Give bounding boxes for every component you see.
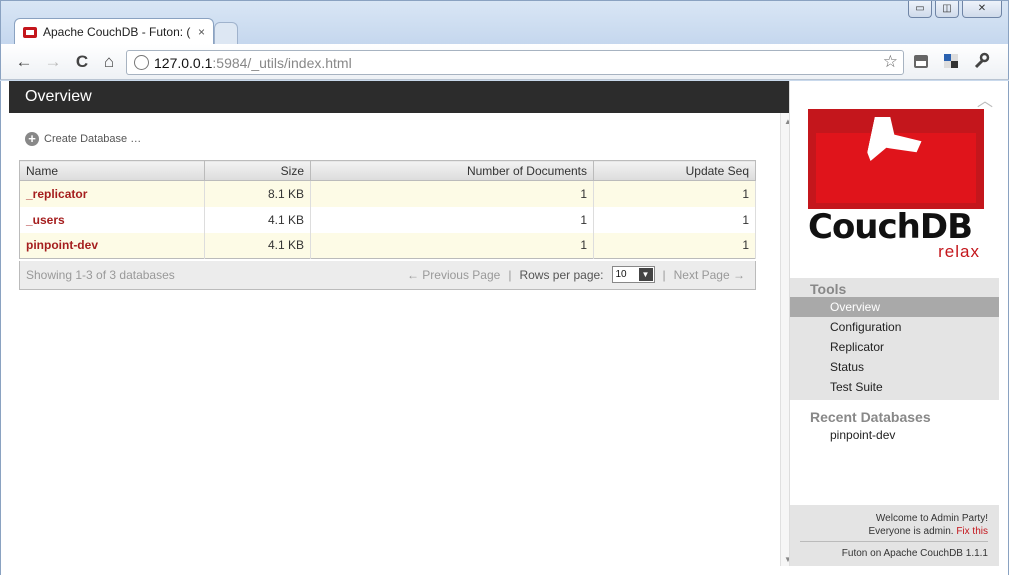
table-row: _replicator 8.1 KB 1 1	[19, 180, 756, 207]
couch-logo-icon	[808, 109, 984, 209]
showing-count: Showing 1-3 of 3 databases	[26, 268, 175, 282]
sidebar: ︿ CouchDB relax Tools Overview Configura…	[789, 81, 999, 566]
table-pagination: Showing 1-3 of 3 databases ← Previous Pa…	[19, 261, 756, 290]
back-arrow-icon[interactable]: ←	[13, 51, 35, 73]
nav-item-overview[interactable]: Overview	[790, 297, 999, 317]
rows-per-page-label: Rows per page:	[519, 267, 604, 282]
database-update-seq: 1	[593, 180, 756, 207]
maximize-button[interactable]: ◫	[935, 1, 959, 18]
column-header-size[interactable]: Size	[204, 160, 311, 181]
sidebar-footer: Welcome to Admin Party! Everyone is admi…	[790, 505, 999, 566]
minimize-button[interactable]: ▭	[908, 1, 932, 18]
main-panel: Overview + Create Database … Name Size N…	[9, 81, 796, 566]
database-update-seq: 1	[593, 232, 756, 259]
url-text: 127.0.0.1:5984/_utils/index.html	[154, 55, 352, 71]
previous-page-link[interactable]: ← Previous Page	[407, 268, 500, 282]
pager-controls: ← Previous Page | Rows per page: 10 ▼ | …	[407, 266, 745, 283]
page-menu-icon[interactable]	[941, 52, 961, 72]
welcome-text: Welcome to Admin Party!	[875, 513, 988, 524]
create-database-link[interactable]: + Create Database …	[25, 132, 141, 146]
nav-item-configuration[interactable]: Configuration	[790, 317, 999, 337]
database-size: 8.1 KB	[204, 180, 311, 207]
recent-databases-heading: Recent Databases	[810, 409, 931, 425]
version-text: Futon on Apache CouchDB 1.1.1	[841, 548, 988, 559]
database-doc-count: 1	[310, 206, 594, 233]
url-host: 127.0.0.1	[154, 55, 213, 71]
address-bar[interactable]: 127.0.0.1:5984/_utils/index.html ☆	[126, 50, 904, 75]
database-name-link[interactable]: pinpoint-dev	[19, 232, 205, 259]
pager-separator: |	[662, 267, 666, 282]
everyone-admin-text: Everyone is admin.	[868, 526, 954, 537]
new-tab-button[interactable]	[214, 22, 238, 44]
page-content: Overview + Create Database … Name Size N…	[0, 81, 1009, 575]
nav-item-status[interactable]: Status	[790, 357, 999, 377]
table-header-row: Name Size Number of Documents Update Seq	[19, 160, 756, 181]
column-header-update-seq[interactable]: Update Seq	[593, 160, 756, 181]
tab-close-icon[interactable]: ×	[198, 25, 205, 39]
plus-circle-icon: +	[25, 132, 39, 146]
tools-heading: Tools	[810, 281, 847, 297]
rows-per-page-value: 10	[615, 269, 627, 280]
column-header-documents[interactable]: Number of Documents	[310, 160, 594, 181]
tab-title: Apache CouchDB - Futon: (	[43, 25, 191, 39]
create-database-label: Create Database …	[44, 133, 142, 145]
url-path: :5984/_utils/index.html	[212, 55, 352, 71]
rows-per-page-select[interactable]: 10 ▼	[611, 266, 655, 283]
wrench-icon[interactable]	[971, 52, 991, 72]
close-window-button[interactable]: ✕	[962, 1, 1002, 18]
table-row: pinpoint-dev 4.1 KB 1 1	[19, 232, 756, 259]
table-row: _users 4.1 KB 1 1	[19, 206, 756, 233]
globe-icon	[134, 55, 149, 70]
database-doc-count: 1	[310, 180, 594, 207]
recent-database-link[interactable]: pinpoint-dev	[790, 425, 999, 445]
admin-party-notice: Welcome to Admin Party! Everyone is admi…	[869, 512, 989, 538]
home-icon[interactable]: ⌂	[98, 51, 120, 73]
nav-item-replicator[interactable]: Replicator	[790, 337, 999, 357]
tag-extension-icon[interactable]	[911, 52, 931, 72]
nav-item-test-suite[interactable]: Test Suite	[790, 377, 999, 397]
pager-separator: |	[508, 267, 512, 282]
window-controls: ▭ ◫ ✕	[908, 1, 1002, 18]
column-header-name[interactable]: Name	[19, 160, 205, 181]
chevron-down-icon: ▼	[638, 268, 653, 281]
browser-toolbar: ← → C ⌂ 127.0.0.1:5984/_utils/index.html…	[0, 44, 1009, 80]
bookmark-star-icon[interactable]: ☆	[883, 52, 898, 72]
reload-icon[interactable]: C	[71, 51, 93, 73]
tools-nav: Tools Overview Configuration Replicator …	[790, 278, 999, 400]
footer-divider	[800, 541, 988, 542]
logo-wordmark: CouchDB	[808, 207, 973, 247]
couchdb-logo: CouchDB relax	[808, 109, 984, 261]
database-size: 4.1 KB	[204, 206, 311, 233]
browser-tab[interactable]: Apache CouchDB - Futon: ( ×	[14, 18, 214, 45]
database-name-link[interactable]: _replicator	[19, 180, 205, 207]
fix-this-link[interactable]: Fix this	[956, 526, 988, 537]
collapse-sidebar-icon[interactable]: ︿	[977, 87, 993, 111]
logo-tagline: relax	[938, 242, 980, 261]
forward-arrow-icon[interactable]: →	[42, 51, 64, 73]
recent-databases: Recent Databases pinpoint-dev	[790, 406, 999, 445]
database-name-link[interactable]: _users	[19, 206, 205, 233]
database-doc-count: 1	[310, 232, 594, 259]
database-update-seq: 1	[593, 206, 756, 233]
database-size: 4.1 KB	[204, 232, 311, 259]
couchdb-favicon-icon	[23, 26, 37, 38]
page-title: Overview	[9, 81, 789, 113]
next-page-link[interactable]: Next Page →	[674, 268, 745, 282]
databases-table: Name Size Number of Documents Update Seq…	[19, 160, 756, 259]
